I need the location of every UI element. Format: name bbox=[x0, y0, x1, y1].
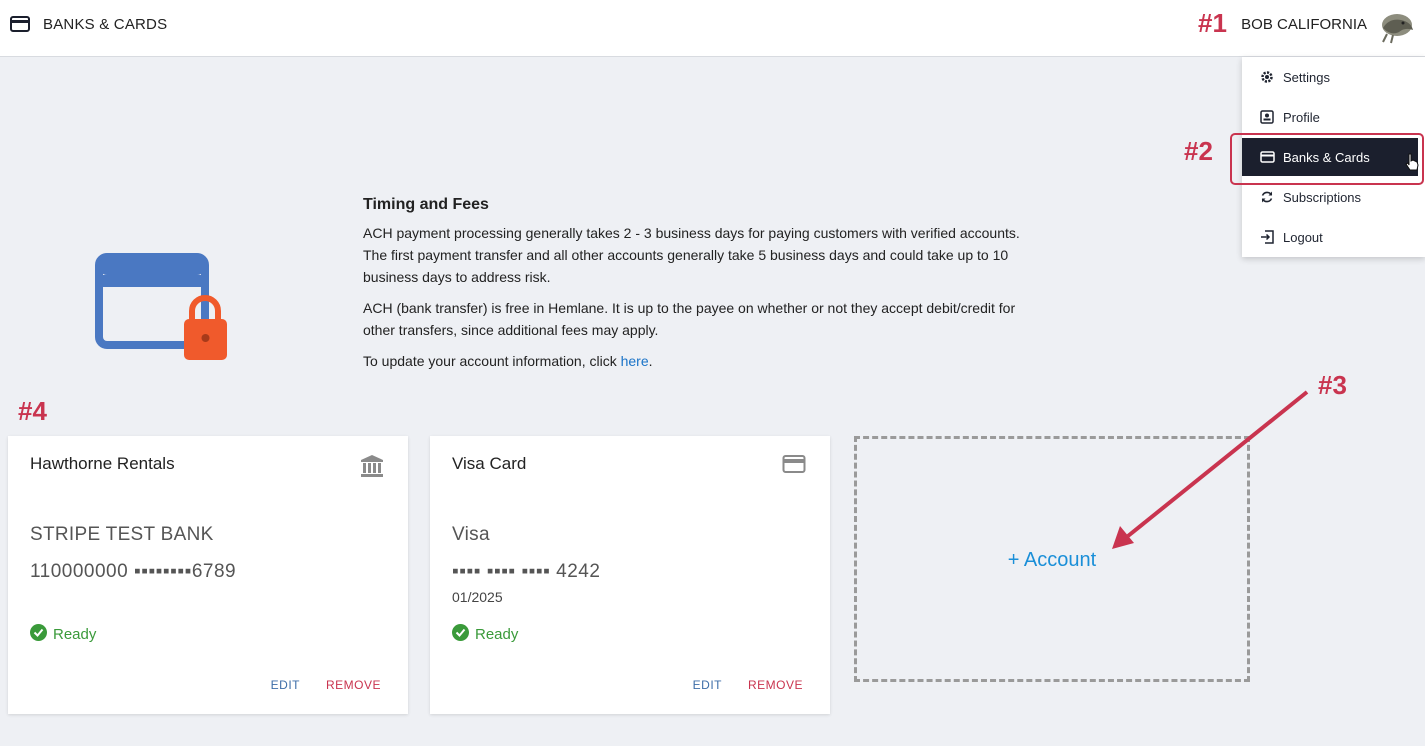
add-account-button[interactable]: + Account bbox=[854, 436, 1250, 682]
edit-button[interactable]: EDIT bbox=[693, 678, 722, 692]
credit-card-icon bbox=[10, 16, 30, 37]
page-title: BANKS & CARDS bbox=[43, 16, 168, 33]
menu-item-label: Settings bbox=[1283, 69, 1330, 85]
annotation-4: #4 bbox=[18, 396, 47, 426]
account-card-visa: Visa Card Visa ▪▪▪▪ ▪▪▪▪ ▪▪▪▪ 4242 01/20… bbox=[430, 436, 830, 714]
account-number: 110000000 ▪▪▪▪▪▪▪▪6789 bbox=[30, 561, 237, 582]
profile-icon bbox=[1259, 109, 1275, 125]
card-brand: Visa bbox=[452, 524, 490, 545]
menu-item-label: Logout bbox=[1283, 229, 1323, 245]
account-title: Visa Card bbox=[452, 454, 527, 473]
remove-button[interactable]: REMOVE bbox=[748, 678, 803, 692]
card-lock-icon bbox=[95, 253, 230, 368]
logout-icon bbox=[1259, 229, 1275, 245]
add-account-label: + Account bbox=[1007, 549, 1097, 571]
menu-item-logout[interactable]: Logout bbox=[1242, 217, 1425, 257]
highlight-banks-cards bbox=[1230, 133, 1424, 185]
account-card-bank: Hawthorne Rentals STRIPE TEST BANK 11000… bbox=[8, 436, 408, 714]
edit-button[interactable]: EDIT bbox=[271, 678, 300, 692]
annotation-2: #2 bbox=[1184, 136, 1213, 166]
user-menu-button[interactable]: BOB CALIFORNIA bbox=[1241, 16, 1367, 33]
info-paragraph-3: To update your account information, clic… bbox=[363, 353, 653, 369]
status-badge: Ready bbox=[30, 624, 96, 645]
timing-fees-section: Timing and Fees ACH payment processing g… bbox=[363, 194, 1043, 381]
refresh-icon bbox=[1259, 189, 1275, 205]
menu-item-label: Profile bbox=[1283, 109, 1320, 125]
bank-icon bbox=[360, 454, 384, 483]
check-circle-icon bbox=[30, 624, 47, 645]
card-expiry: 01/2025 bbox=[452, 589, 503, 605]
menu-item-label: Subscriptions bbox=[1283, 189, 1362, 205]
avatar[interactable] bbox=[1379, 10, 1415, 49]
section-heading: Timing and Fees bbox=[363, 196, 489, 213]
info-paragraph-1: ACH payment processing generally takes 2… bbox=[363, 225, 1020, 285]
update-account-link[interactable]: here bbox=[621, 353, 649, 369]
check-circle-icon bbox=[452, 624, 469, 645]
gear-icon bbox=[1259, 69, 1275, 85]
bank-name: STRIPE TEST BANK bbox=[30, 524, 214, 545]
info-paragraph-2: ACH (bank transfer) is free in Hemlane. … bbox=[363, 300, 1016, 338]
card-number: ▪▪▪▪ ▪▪▪▪ ▪▪▪▪ 4242 bbox=[452, 561, 601, 582]
menu-item-profile[interactable]: Profile bbox=[1242, 97, 1425, 137]
annotation-3: #3 bbox=[1318, 370, 1347, 400]
remove-button[interactable]: REMOVE bbox=[326, 678, 381, 692]
menu-item-settings[interactable]: Settings bbox=[1242, 57, 1425, 97]
credit-card-icon bbox=[782, 454, 806, 479]
status-badge: Ready bbox=[452, 624, 518, 645]
annotation-1: #1 bbox=[1198, 8, 1227, 38]
account-title: Hawthorne Rentals bbox=[30, 454, 175, 473]
